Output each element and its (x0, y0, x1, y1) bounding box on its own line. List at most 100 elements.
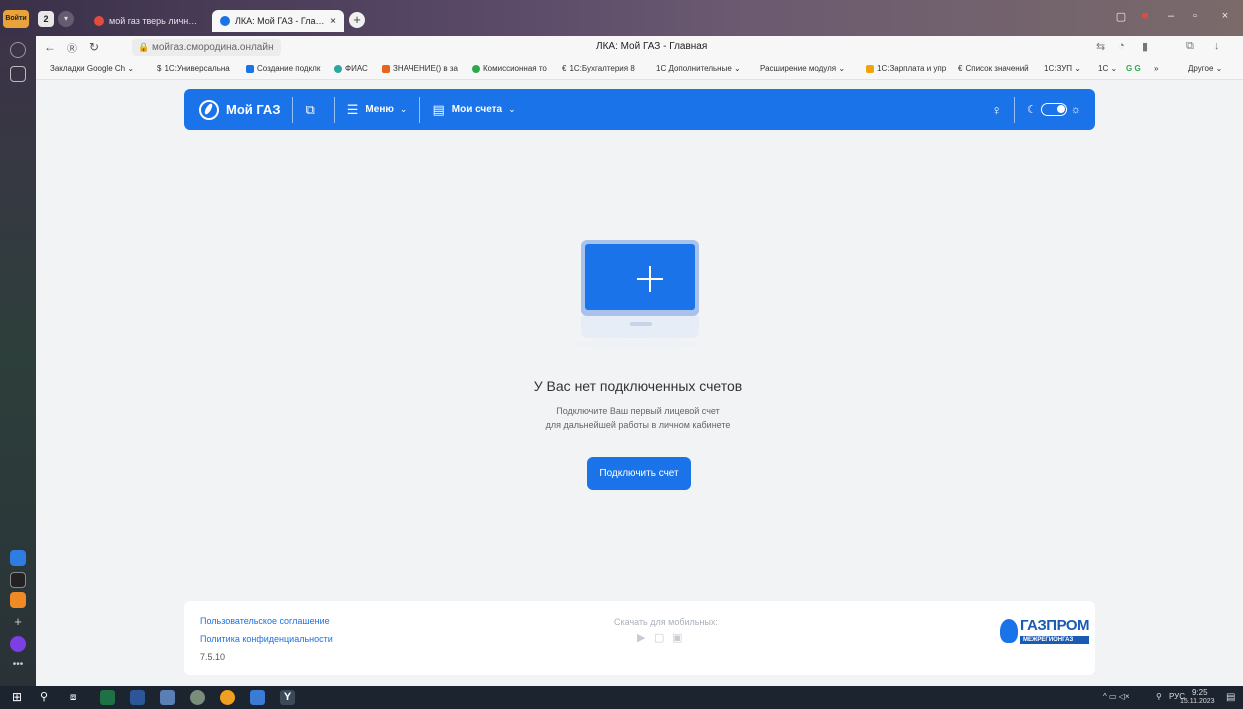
word-icon[interactable] (130, 690, 145, 705)
google-play-icon[interactable]: ▶ (637, 631, 645, 644)
network-icon[interactable]: ⚲ (1156, 692, 1162, 701)
tab-active[interactable]: ЛКА: Мой ГАЗ - Главная × (212, 10, 344, 32)
bookmarks-overflow-button[interactable]: » (1154, 64, 1158, 73)
bookmark-item[interactable]: Расширение модуля ⌄ (760, 64, 845, 73)
bookmark-item[interactable]: € Список значений (958, 64, 1029, 73)
reload-icon[interactable]: ↻ (86, 40, 102, 54)
minimize-icon[interactable]: – (1162, 10, 1180, 22)
gazprom-sub: МЕЖРЕГИОНГАЗ (1020, 636, 1090, 644)
restore-icon[interactable]: ▫ (1186, 10, 1204, 22)
hamburger-icon: ☰ (346, 101, 359, 117)
bookmark-item[interactable]: Закладки Google Ch ⌄ (50, 64, 134, 73)
plus-icon (637, 266, 663, 292)
download-icon[interactable]: ↓ (1214, 40, 1220, 52)
app-icon[interactable] (10, 592, 26, 608)
chat-button[interactable]: ⧉ (305, 102, 321, 118)
gazprom-logo[interactable]: ГАЗПРОМ МЕЖРЕГИОНГАЗ (1000, 618, 1090, 644)
empty-state-description: для дальнейшей работы в личном кабинете (545, 420, 731, 430)
app-icon[interactable] (10, 550, 26, 566)
bookmark-item[interactable]: Создание подклк (246, 64, 320, 73)
alice-icon[interactable] (10, 636, 26, 652)
header-divider (292, 96, 294, 123)
yandex-login-button[interactable]: Войти (3, 10, 29, 28)
privacy-policy-link[interactable]: Политика конфиденциальности (200, 634, 333, 644)
app-icon[interactable] (190, 690, 205, 705)
bookmark-item[interactable]: Комиссионная то (472, 64, 547, 73)
search-icon[interactable]: ⚲ (40, 690, 55, 705)
bookmark-favicon-icon (472, 64, 480, 73)
bookmark-item[interactable]: 1С ⌄ (1098, 64, 1117, 73)
connect-account-button[interactable]: Подключить счет (587, 457, 691, 490)
theme-toggle[interactable]: ☾ ☼ (1027, 103, 1081, 116)
extensions-icon[interactable]: ⧉ (1186, 40, 1194, 53)
toggle-knob (1056, 105, 1065, 113)
yandex-browser-icon[interactable]: Y (280, 690, 295, 705)
accounts-dropdown[interactable]: ▤ Мои счета ⌄ (432, 102, 515, 118)
tab-title: мой газ тверь личный каб (109, 16, 203, 26)
bookmark-item[interactable]: 1С Дополнительные ⌄ (656, 64, 741, 73)
chevron-down-icon: ⌄ (508, 104, 516, 114)
empty-state-title: У Вас нет подключенных счетов (533, 378, 743, 394)
app-icon[interactable] (220, 690, 235, 705)
lock-icon: 🔒 (138, 42, 150, 52)
app-icon[interactable] (250, 690, 265, 705)
header-right: ♀ ☾ ☼ (992, 96, 1081, 123)
bookmarks-bar: Закладки Google Ch ⌄ $1С:Универсальна Со… (36, 60, 1243, 80)
notifications-icon[interactable]: ■ (1136, 10, 1154, 22)
onec-icon: € (958, 64, 963, 73)
tab-search[interactable]: мой газ тверь личный каб (86, 10, 211, 32)
url-field[interactable]: 🔒 мойгаз.смородина.онлайн (132, 39, 282, 56)
windows-start-icon[interactable]: ⊞ (12, 690, 27, 705)
toggle-track (1040, 103, 1067, 116)
flame-logo-icon (199, 99, 219, 120)
history-icon[interactable] (10, 42, 26, 58)
bookmark-item[interactable]: ЗНАЧЕНИЕ() в за (382, 64, 458, 73)
tabs-dropdown-icon[interactable]: ▾ (58, 11, 74, 27)
bookmark-item[interactable]: $1С:Универсальна (157, 64, 230, 73)
protect-icon[interactable]: ◔ (1118, 40, 1125, 52)
bookmarks-other-folder[interactable]: Другое ⌄ (1188, 64, 1222, 73)
bookmark-item[interactable]: 1С:Зарплата и упр (866, 64, 946, 73)
tab-count-button[interactable]: 2 (38, 11, 54, 27)
add-panel-icon[interactable]: + (10, 614, 26, 630)
brand-logo[interactable]: Мой ГАЗ (199, 99, 281, 120)
bookmark-label: 1С:Бухгалтерия 8 (569, 64, 635, 73)
more-icon[interactable]: ••• (10, 660, 26, 676)
user-agreement-link[interactable]: Пользовательское соглашение (200, 616, 330, 626)
bookmark-icon[interactable]: ▮ (1142, 40, 1148, 53)
bookmark-label: » (1154, 64, 1159, 73)
clock-time[interactable]: 9:25 (1192, 688, 1208, 697)
clock-date[interactable]: 15.11.2023 (1180, 698, 1215, 705)
monitor-stand (571, 340, 701, 348)
bookmark-item[interactable]: 1С:ЗУП ⌄ (1044, 64, 1081, 73)
chevron-down-icon: ⌄ (399, 104, 408, 114)
yandex-icon[interactable]: Ⓡ (64, 40, 80, 55)
dollar-icon: $ (157, 64, 162, 73)
bookmark-label: 1С (1098, 64, 1109, 73)
brand-name: Мой ГАЗ (226, 102, 281, 117)
new-tab-button[interactable]: + (349, 12, 365, 28)
rustore-icon[interactable]: ▣ (672, 631, 682, 644)
close-window-icon[interactable]: × (1216, 10, 1234, 22)
back-icon[interactable]: ← (42, 40, 58, 54)
tray-icons[interactable]: ^ ▭ ◁× (1103, 692, 1130, 701)
bookmark-label: 1С Дополнительные (656, 64, 732, 73)
header-divider (419, 96, 421, 123)
collections-icon[interactable]: ▢ (1112, 10, 1130, 23)
app-icon[interactable] (160, 690, 175, 705)
app-gallery-icon[interactable]: ▢ (654, 631, 664, 644)
notification-center-icon[interactable]: ▤ (1226, 692, 1235, 703)
app-icon[interactable] (10, 572, 26, 588)
tabs-panel-icon[interactable] (10, 66, 26, 82)
bookmark-item[interactable]: G G (1126, 64, 1141, 73)
menu-dropdown[interactable]: ☰ Меню ⌄ (347, 102, 408, 118)
close-tab-icon[interactable]: × (330, 16, 336, 27)
bookmark-item[interactable]: ФИАС (334, 64, 368, 73)
excel-icon[interactable] (100, 690, 115, 705)
task-view-icon[interactable]: ⧈ (70, 690, 85, 705)
bookmark-item[interactable]: €1С:Бухгалтерия 8 (562, 64, 635, 73)
mobile-download-label: Скачать для мобильных: (614, 617, 718, 627)
translate-icon[interactable]: ⇆ (1096, 40, 1105, 53)
header-divider (333, 96, 335, 123)
lightbulb-icon[interactable]: ♀ (992, 102, 1003, 118)
